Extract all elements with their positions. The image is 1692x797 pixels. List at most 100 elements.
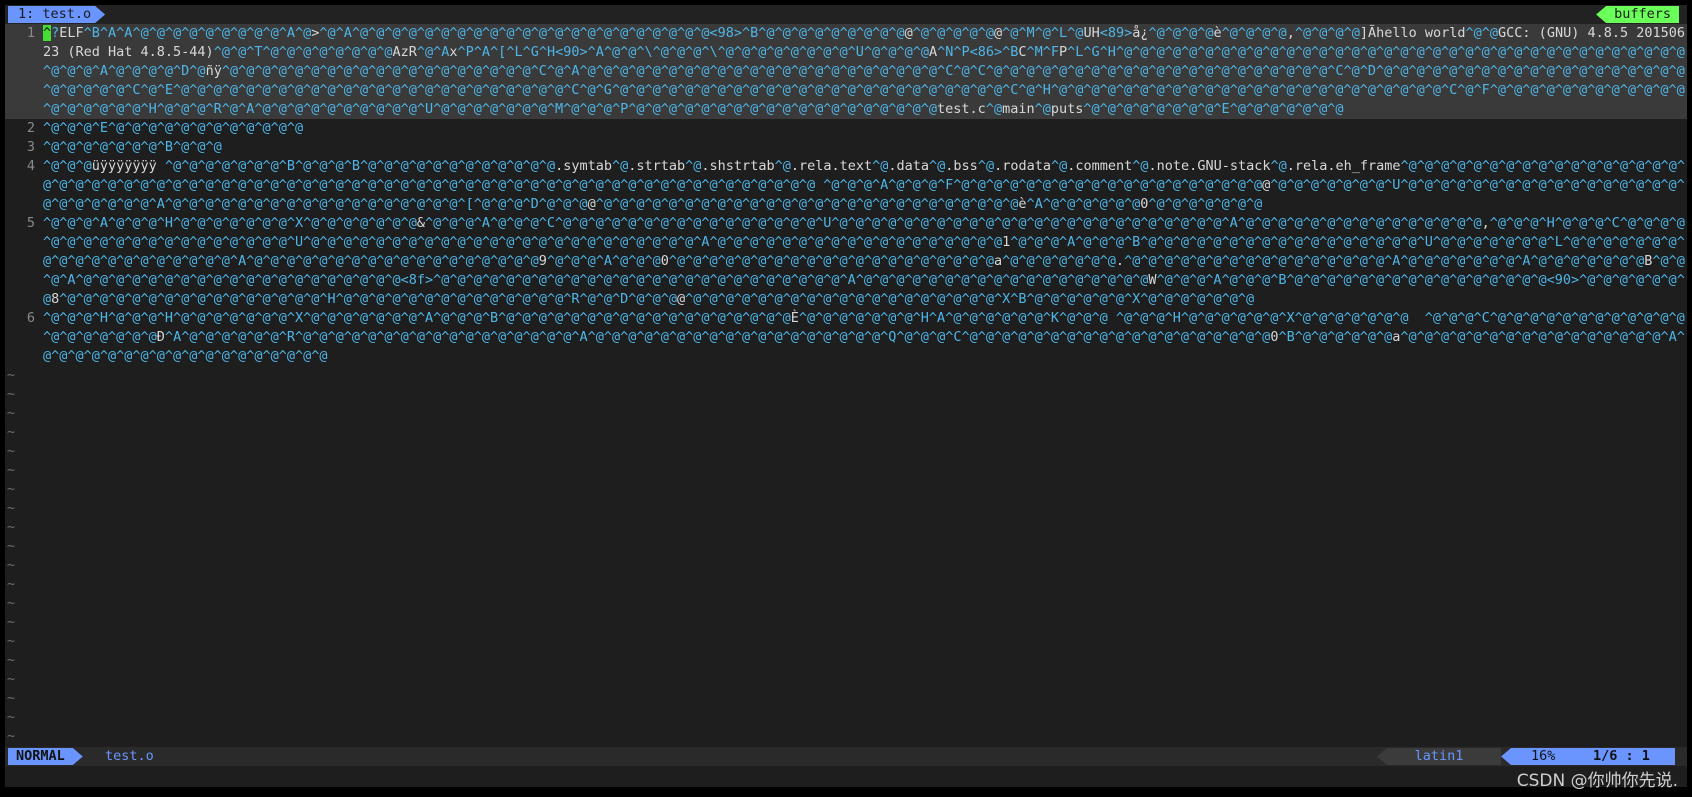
control-chars: ^@^@^@^@ xyxy=(1294,25,1360,41)
control-chars: ^@^@^@^@^@^@^@^@^@^@^@^@^@^@^@^@^@^@^@^C… xyxy=(43,63,1685,117)
printable-text: .strtab xyxy=(628,158,686,174)
control-chars: ^@ xyxy=(985,101,1003,117)
printable-text: .rela.text xyxy=(790,158,873,174)
printable-text: üÿÿÿÿÿÿÿ xyxy=(91,158,165,174)
printable-text: 0 xyxy=(660,253,669,269)
printable-text: è xyxy=(1213,25,1222,41)
control-chars: ^@^@^@^A^@^@^@^C^@^@^@^@^@^@^@^@^@^@^@^@… xyxy=(425,215,1482,231)
printable-text: & xyxy=(416,215,426,231)
line-number: 3 xyxy=(26,139,35,155)
control-chars: ^@^@^@^@^@^@^@^@^@^@^@^@^@^@^@^@^@^@^@^@ xyxy=(668,253,994,269)
printable-text: Ð xyxy=(156,329,165,345)
line-number: 4 xyxy=(26,158,35,174)
scroll-percent: 16% xyxy=(1531,748,1556,764)
tilde-filler: ~ xyxy=(7,671,16,687)
buffers-indicator[interactable]: buffers xyxy=(1596,6,1679,23)
mode-indicator: NORMAL xyxy=(8,748,83,765)
buffer-line[interactable]: 6 ^@^@^@^H^@^@^@^H^@^@^@^@^@^@^@^X^@^@^@^… xyxy=(5,309,1687,366)
line-number: 6 xyxy=(26,310,35,326)
control-chars: ^@^@^@^@^@^@^@^B^@^@^@ xyxy=(43,139,222,155)
buffer-line[interactable]: 4 ^@^@^@üÿÿÿÿÿÿÿ ^@^@^@^@^@^@^@^B^@^@^@^B… xyxy=(5,157,1687,214)
control-chars: ^@^@^@^A^@^@^@^H^@^@^@^@^@^@^@^X^@^@^@^@… xyxy=(43,215,417,231)
printable-text: @ xyxy=(677,291,686,307)
control-chars: ^B^@^@^@^@^@^@ xyxy=(1278,329,1393,345)
tilde-filler: ~ xyxy=(7,538,16,554)
editor-buffer[interactable]: 1 ^?ELF^B^A^A^@^@^@^@^@^@^@^@^@^A^@>^@^A^… xyxy=(5,24,1687,742)
printable-text: A xyxy=(928,44,938,60)
printable-text: .shstrtab xyxy=(701,158,775,174)
printable-text: C xyxy=(1018,44,1027,60)
printable-text: ELF xyxy=(59,25,84,41)
tilde-filler: ~ xyxy=(7,367,16,383)
printable-text: x xyxy=(449,44,458,60)
tilde-filler: ~ xyxy=(7,576,16,592)
tilde-filler: ~ xyxy=(7,652,16,668)
printable-text: .rela.eh_frame xyxy=(1286,158,1401,174)
control-chars: ^A^@^@^@^@^@^@ xyxy=(1026,196,1141,212)
line-text: ^@^@^@^@^@^@^@^B^@^@^@ xyxy=(43,138,1687,157)
control-chars: ^@^@^@^@^@^@^@^@^@^@^@^@^@^@^@^@^@^@^@^X… xyxy=(685,291,1255,307)
printable-text: .comment xyxy=(1067,158,1133,174)
control-chars: ^@^@^@^@^@^@^@^@^@^@^@^@^@^@^@^@^@^@^@^@… xyxy=(595,196,1019,212)
tilde-filler: ~ xyxy=(7,405,16,421)
control-chars: ^@^@^@^@^@^@^@^B^@^@^@^B^@^@^@^@^@^@^@^@… xyxy=(164,158,556,174)
control-chars: ^@^@^@^@^@^@^@^@^E^@^@^@^@^@^@^@ xyxy=(1083,101,1344,117)
control-chars: ^@^A xyxy=(416,44,450,60)
tilde-filler: ~ xyxy=(7,462,16,478)
control-chars: ^N^P<86>^B xyxy=(937,44,1019,60)
control-chars: ^@^@^@^@ xyxy=(1221,25,1287,41)
statusline: NORMAL test.o latin1 16% 1/6 : 1 xyxy=(5,747,1687,766)
control-chars: ^@^@^@^@^@ xyxy=(912,25,995,41)
printable-text: .note.GNU-stack xyxy=(1148,158,1271,174)
control-chars: ^@^M^@^L^@ xyxy=(1002,25,1084,41)
control-chars: ^@ xyxy=(1270,158,1287,174)
printable-text: . xyxy=(1115,253,1125,269)
control-chars: ^@ xyxy=(872,158,889,174)
printable-text: UH xyxy=(1083,25,1100,41)
line-text: ^@^@^@üÿÿÿÿÿÿÿ ^@^@^@^@^@^@^@^B^@^@^@^B^… xyxy=(43,157,1687,214)
control-chars: ^@^@^T^@^@^@^@^@^@^@^@ xyxy=(213,44,393,60)
tilde-filler: ~ xyxy=(7,443,16,459)
printable-text: @ xyxy=(994,25,1003,41)
csdn-watermark: CSDN @你帅你先说. xyxy=(1516,771,1678,791)
buffer-lines: 1 ^?ELF^B^A^A^@^@^@^@^@^@^@^@^@^A^@>^@^A^… xyxy=(5,24,1687,366)
cursor-position-section: 16% 1/6 : 1 xyxy=(1501,748,1675,765)
tab-test-o[interactable]: 1: test.o xyxy=(8,6,105,23)
buffer-line[interactable]: 5 ^@^@^@^A^@^@^@^H^@^@^@^@^@^@^@^X^@^@^@^… xyxy=(5,214,1687,309)
tilde-filler: ~ xyxy=(7,500,16,516)
text-cursor: ^ xyxy=(43,25,52,41)
statusline-filename: test.o xyxy=(105,748,154,764)
control-chars: ^@^@^@^@^@^@^@^@^@^@^@^@^@^@^@^@^H^@^@^@… xyxy=(59,291,677,307)
printable-text: 1 xyxy=(1002,234,1011,250)
vim-window: 1: test.o buffers 1 ^?ELF^B^A^A^@^@^@^@^@… xyxy=(5,5,1687,787)
tilde-filler: ~ xyxy=(7,633,16,649)
line-number: 1 xyxy=(26,25,35,41)
printable-text: , xyxy=(1286,25,1295,41)
line-text: ^@^@^@^E^@^@^@^@^@^@^@^@^@^@^@^@ xyxy=(43,119,1687,138)
control-chars: ^A^@^@^@^@^@^@^R^@^@^@^@^@^@^@^@^@^@^@^@… xyxy=(164,329,1271,345)
printable-text: test.c xyxy=(937,101,986,117)
tilde-filler: ~ xyxy=(7,595,16,611)
control-chars: ^@^@^@ xyxy=(43,158,92,174)
tilde-filler: ~ xyxy=(7,614,16,630)
control-chars: ^@ xyxy=(774,158,791,174)
printable-text: AzR xyxy=(392,44,417,60)
printable-text: @ xyxy=(904,25,913,41)
printable-text: .data xyxy=(888,158,930,174)
tilde-filler: ~ xyxy=(7,424,16,440)
line-text: ^@^@^@^H^@^@^@^H^@^@^@^@^@^@^@^X^@^@^@^@… xyxy=(43,309,1687,366)
buffer-line[interactable]: 3 ^@^@^@^@^@^@^@^B^@^@^@ xyxy=(5,138,1687,157)
buffer-line[interactable]: 1 ^?ELF^B^A^A^@^@^@^@^@^@^@^@^@^A^@>^@^A^… xyxy=(5,24,1687,119)
tilde-filler: ~ xyxy=(7,690,16,706)
printable-text: .rodata xyxy=(994,158,1051,174)
control-chars: ^@ xyxy=(1050,158,1068,174)
line-number: 5 xyxy=(26,215,35,231)
control-chars: ^@^@^@^E^@^@^@^@^@^@^@^@^@^@^@^@ xyxy=(43,120,304,136)
tilde-filler: ~ xyxy=(7,386,16,402)
file-encoding: latin1 xyxy=(1377,748,1501,765)
control-chars: ^@^@^@^@^@^@^@ xyxy=(1002,253,1116,269)
printable-text: ñÿ xyxy=(205,63,222,79)
buffer-line[interactable]: 2 ^@^@^@^E^@^@^@^@^@^@^@^@^@^@^@^@ xyxy=(5,119,1687,138)
tilde-filler: ~ xyxy=(7,557,16,573)
printable-text: P xyxy=(1059,44,1068,60)
